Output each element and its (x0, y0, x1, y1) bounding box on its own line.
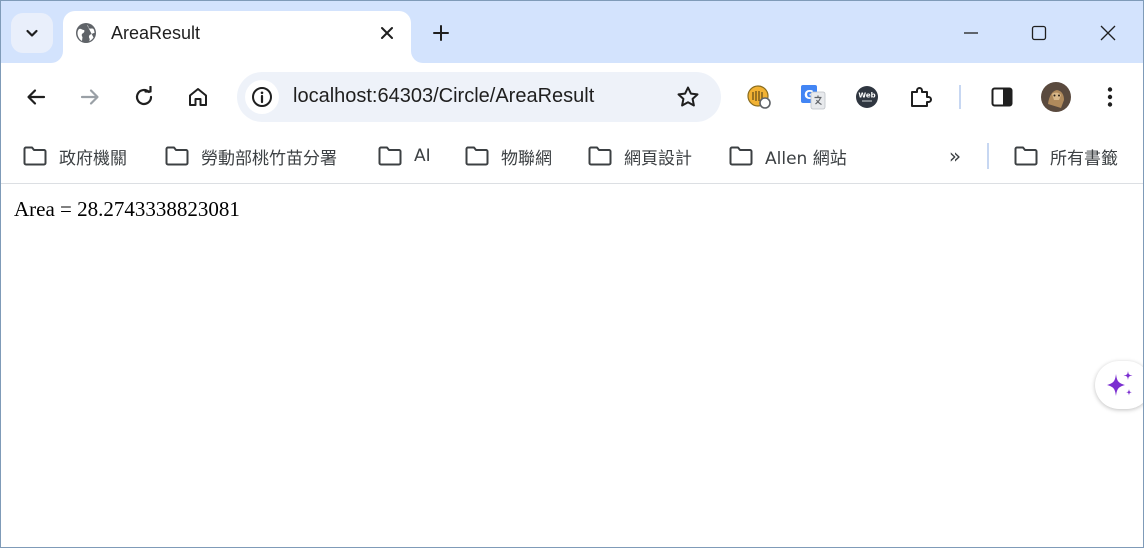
bookmarks-overflow-button[interactable]: » (941, 141, 969, 171)
reload-button[interactable] (128, 81, 160, 113)
bookmark-folder-web-design[interactable]: 網頁設計 (588, 141, 692, 171)
folder-icon (378, 146, 402, 166)
minimize-icon (964, 32, 978, 34)
plus-icon (433, 25, 449, 41)
url-text[interactable]: localhost:64303/Circle/AreaResult (293, 85, 594, 108)
bookmark-label: AI (414, 146, 431, 166)
sparkle-icon (1107, 371, 1133, 396)
tab-title: AreaResult (111, 23, 201, 43)
folder-icon (23, 146, 47, 166)
home-button[interactable] (182, 81, 214, 113)
ai-assistant-button[interactable] (1095, 361, 1143, 409)
extension-translate-button[interactable]: G (797, 81, 829, 113)
close-window-icon (1100, 25, 1116, 41)
site-info-button[interactable] (245, 80, 279, 114)
close-window-button[interactable] (1092, 17, 1124, 49)
arrow-left-icon (27, 89, 46, 105)
info-icon (252, 87, 272, 107)
webchatgpt-label: Web (858, 92, 875, 100)
arrow-right-icon (80, 89, 99, 105)
chrome-menu-button[interactable] (1094, 81, 1126, 113)
bookmarks-divider (987, 143, 989, 169)
chevron-down-icon (26, 29, 38, 37)
folder-icon (729, 146, 753, 166)
all-bookmarks-button[interactable]: 所有書籤 (1014, 141, 1118, 171)
extension-webchatgpt-button[interactable]: Web (851, 81, 883, 113)
close-icon (381, 27, 393, 39)
bookmark-folder-government[interactable]: 政府機關 (23, 141, 127, 171)
home-icon (189, 88, 207, 106)
bookmark-folder-labor-ministry[interactable]: 勞動部桃竹苗分署 (165, 141, 337, 171)
bookmark-label: 網頁設計 (624, 148, 692, 169)
reload-icon (135, 86, 153, 106)
more-vertical-icon (1107, 87, 1113, 107)
globe-icon (76, 23, 96, 43)
bookmark-label: 政府機關 (59, 148, 127, 169)
maximize-icon (1031, 25, 1047, 41)
webchatgpt-icon: Web (856, 86, 878, 108)
toolbar-divider (959, 85, 961, 109)
back-button[interactable] (20, 81, 52, 113)
bookmark-folder-ai[interactable]: AI (378, 141, 431, 171)
new-tab-button[interactable] (427, 19, 455, 47)
all-bookmarks-label: 所有書籤 (1050, 148, 1118, 169)
bookmark-star-button[interactable] (675, 84, 701, 110)
tab-close-button[interactable] (375, 21, 399, 45)
folder-icon (1014, 146, 1038, 166)
puzzle-icon (911, 87, 932, 107)
folder-icon (588, 146, 612, 166)
extensions-menu-button[interactable] (905, 81, 937, 113)
folder-icon (165, 146, 189, 166)
bookmark-label: 物聯網 (501, 148, 552, 169)
tab-strip: AreaResult (1, 1, 1143, 63)
maximize-button[interactable] (1023, 17, 1055, 49)
active-tab[interactable]: AreaResult (63, 11, 411, 63)
google-translate-icon: G (801, 85, 826, 110)
bookmark-folder-allen-site[interactable]: Allen 網站 (729, 141, 847, 171)
bookmark-folder-iot[interactable]: 物聯網 (465, 141, 552, 171)
bookmarks-bar: 政府機關 勞動部桃竹苗分署 AI 物聯網 網頁設計 Allen 網站 » 所有書… (1, 131, 1143, 184)
forward-button[interactable] (74, 81, 106, 113)
star-icon (677, 86, 699, 107)
coin-extension-icon (747, 85, 771, 109)
page-content: Area = 28.2743338823081 (1, 185, 1143, 547)
side-panel-icon (991, 87, 1013, 107)
bookmark-label: 勞動部桃竹苗分署 (201, 148, 337, 169)
bookmark-label: Allen 網站 (765, 148, 847, 169)
profile-avatar-button[interactable] (1040, 81, 1072, 113)
area-result-text: Area = 28.2743338823081 (14, 197, 240, 221)
tab-search-button[interactable] (11, 13, 53, 53)
folder-icon (465, 146, 489, 166)
avatar (1041, 82, 1071, 112)
minimize-button[interactable] (955, 17, 987, 49)
side-panel-button[interactable] (986, 81, 1018, 113)
address-bar[interactable]: localhost:64303/Circle/AreaResult (237, 72, 721, 122)
extension-coin-button[interactable] (743, 81, 775, 113)
navigation-toolbar: localhost:64303/Circle/AreaResult G Web (1, 63, 1143, 131)
browser-window: AreaResult localhost:64303/Circle/AreaRe… (0, 0, 1144, 548)
